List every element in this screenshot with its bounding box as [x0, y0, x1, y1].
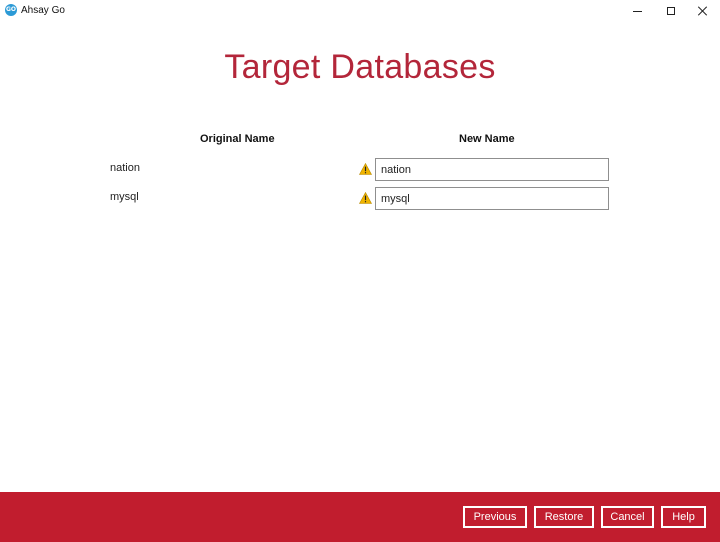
maximize-icon [667, 7, 675, 15]
column-header-new-name: New Name [459, 133, 515, 145]
warning-icon [359, 163, 372, 175]
cancel-button[interactable]: Cancel [601, 506, 654, 528]
previous-button[interactable]: Previous [463, 506, 527, 528]
new-name-input[interactable] [375, 187, 609, 210]
page-title: Target Databases [224, 48, 496, 86]
new-name-input[interactable] [375, 158, 609, 181]
column-header-original-name: Original Name [200, 133, 275, 145]
help-button[interactable]: Help [661, 506, 706, 528]
app-title: Ahsay Go [21, 5, 65, 16]
minimize-icon [632, 10, 642, 12]
original-name-label: mysql [110, 191, 139, 203]
restore-button[interactable]: Restore [534, 506, 594, 528]
close-icon [698, 6, 708, 16]
warning-icon [359, 192, 372, 204]
maximize-button[interactable] [654, 0, 688, 22]
footer-bar: Previous Restore Cancel Help [0, 492, 720, 542]
title-bar: GO Ahsay Go [0, 0, 720, 22]
app-logo-icon: GO [5, 4, 17, 16]
minimize-button[interactable] [620, 0, 654, 22]
original-name-label: nation [110, 162, 140, 174]
close-button[interactable] [686, 0, 720, 22]
